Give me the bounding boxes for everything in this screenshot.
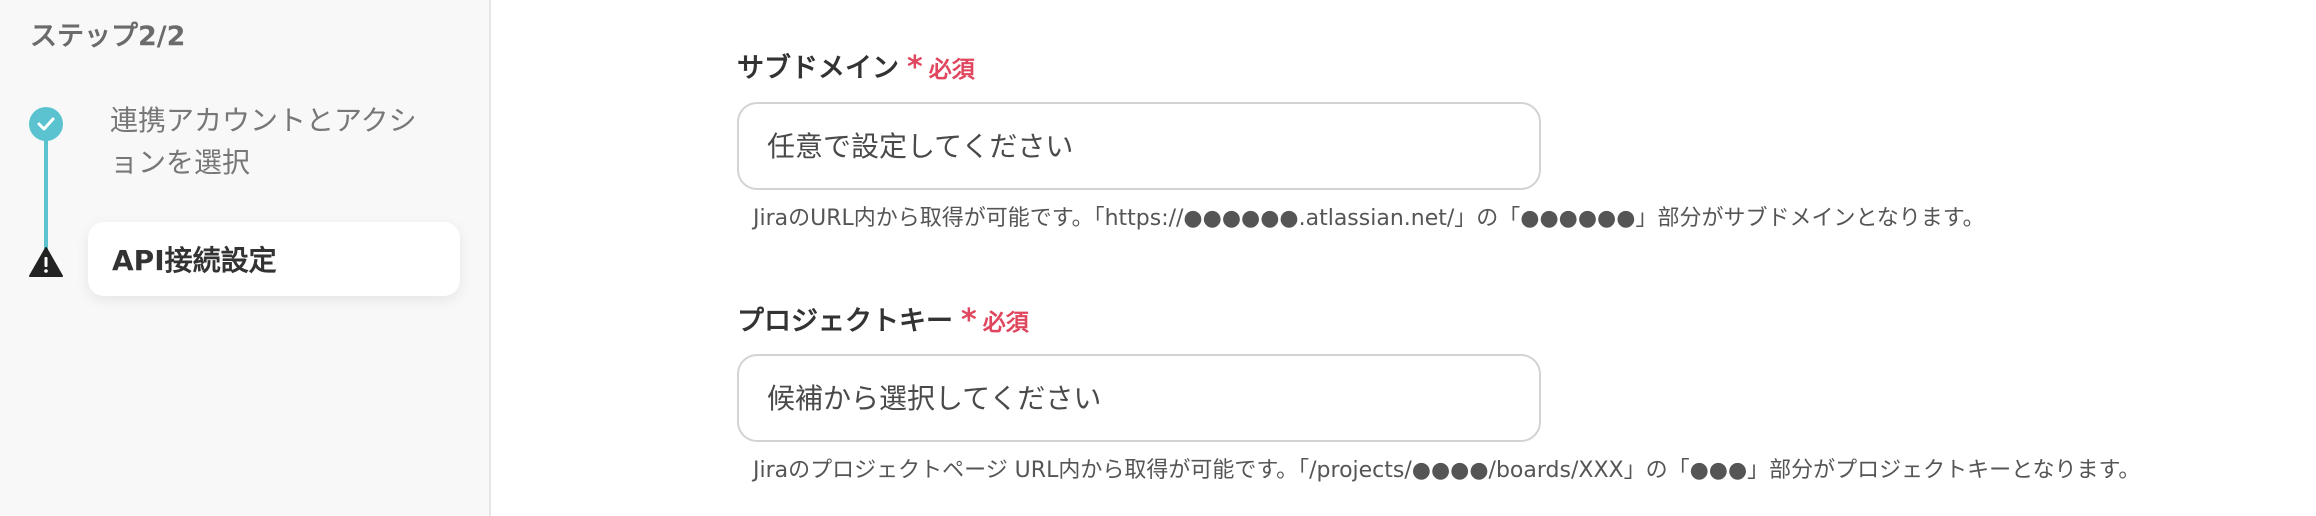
step-progress-title: ステップ2/2	[30, 21, 186, 52]
subdomain-input[interactable]	[737, 102, 1541, 190]
timeline-connector	[44, 122, 48, 262]
check-circle-icon	[29, 107, 63, 141]
subdomain-field-group: サブドメイン * 必須 JiraのURL内から取得が可能です。「https://…	[737, 46, 1985, 231]
subdomain-help-text: JiraのURL内から取得が可能です。「https://●●●●●●.atlas…	[753, 206, 1985, 231]
project-key-field-group: プロジェクトキー * 必須 Jiraのプロジェクトページ URL内から取得が可能…	[737, 299, 2140, 483]
warning-icon	[29, 247, 63, 277]
project-key-label-row: プロジェクトキー * 必須	[737, 299, 1029, 338]
required-badge: 必須	[982, 310, 1029, 336]
project-key-input[interactable]	[737, 354, 1541, 442]
project-key-label: プロジェクトキー	[737, 306, 953, 337]
required-asterisk: *	[907, 50, 923, 85]
project-key-help-text: Jiraのプロジェクトページ URL内から取得が可能です。「/projects/…	[753, 458, 2141, 483]
step-sidebar: ステップ2/2 連携アカウントとアクションを選択 API接続設定	[0, 0, 491, 516]
checkmark-icon	[37, 117, 55, 131]
sidebar-step-label: API接続設定	[112, 244, 277, 277]
subdomain-label: サブドメイン	[737, 53, 899, 84]
sidebar-step-api-settings[interactable]: API接続設定	[88, 222, 460, 296]
sidebar-step-select-account-action[interactable]: 連携アカウントとアクションを選択	[110, 100, 440, 184]
required-badge: 必須	[928, 57, 975, 83]
required-asterisk: *	[961, 303, 977, 338]
subdomain-label-row: サブドメイン * 必須	[737, 46, 975, 85]
app-root: ステップ2/2 連携アカウントとアクションを選択 API接続設定 サブドメイン …	[0, 0, 2316, 516]
